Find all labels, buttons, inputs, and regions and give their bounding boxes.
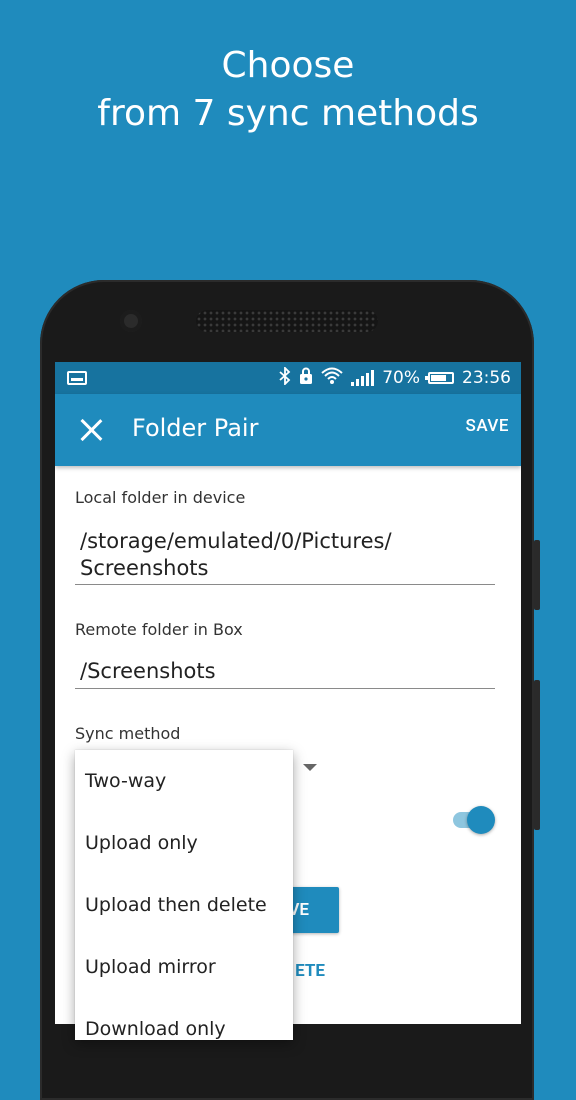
local-folder-value-line1: /storage/emulated/0/Pictures/ bbox=[80, 529, 392, 553]
remote-folder-underline bbox=[75, 688, 495, 689]
remote-folder-label: Remote folder in Box bbox=[75, 620, 243, 639]
menu-item-two-way[interactable]: Two-way bbox=[85, 770, 166, 792]
headline-line-1: Choose bbox=[221, 45, 355, 86]
phone-side-button bbox=[534, 540, 540, 610]
option-toggle[interactable] bbox=[467, 806, 495, 834]
local-folder-value-line2: Screenshots bbox=[80, 556, 209, 580]
menu-item-upload-then-delete[interactable]: Upload then delete bbox=[85, 894, 267, 916]
local-folder-label: Local folder in device bbox=[75, 488, 246, 507]
local-folder-underline bbox=[75, 584, 495, 585]
close-icon[interactable] bbox=[79, 418, 103, 442]
save-button[interactable]: SAVE bbox=[466, 416, 509, 436]
sync-method-dropdown-arrow-icon[interactable] bbox=[303, 764, 317, 771]
lock-icon bbox=[299, 367, 313, 390]
signal-icon bbox=[351, 370, 375, 386]
front-camera bbox=[120, 310, 142, 332]
status-icons: 70% 23:56 bbox=[279, 362, 511, 394]
sync-method-label: Sync method bbox=[75, 724, 181, 743]
battery-icon bbox=[425, 372, 454, 384]
status-bar: 70% 23:56 bbox=[55, 362, 521, 394]
menu-item-download-only[interactable]: Download only bbox=[85, 1018, 226, 1040]
app-bar: Folder Pair SAVE bbox=[55, 394, 521, 466]
promo-headline: Choose from 7 sync methods bbox=[0, 42, 576, 138]
phone-volume-button bbox=[534, 680, 540, 830]
menu-item-upload-mirror[interactable]: Upload mirror bbox=[85, 956, 216, 978]
screenshot-icon bbox=[67, 371, 87, 385]
sync-method-menu: Two-way Upload only Upload then delete U… bbox=[75, 750, 293, 1040]
menu-item-upload-only[interactable]: Upload only bbox=[85, 832, 198, 854]
remote-folder-field[interactable]: /Screenshots bbox=[80, 658, 494, 685]
local-folder-field[interactable]: /storage/emulated/0/Pictures/ Screenshot… bbox=[80, 528, 494, 582]
headline-line-2: from 7 sync methods bbox=[97, 93, 479, 134]
bluetooth-icon bbox=[279, 365, 291, 390]
status-time: 23:56 bbox=[462, 368, 511, 388]
page-title: Folder Pair bbox=[132, 414, 259, 442]
wifi-icon bbox=[321, 367, 343, 390]
battery-percent: 70% bbox=[382, 368, 420, 388]
earpiece-speaker bbox=[196, 310, 378, 332]
